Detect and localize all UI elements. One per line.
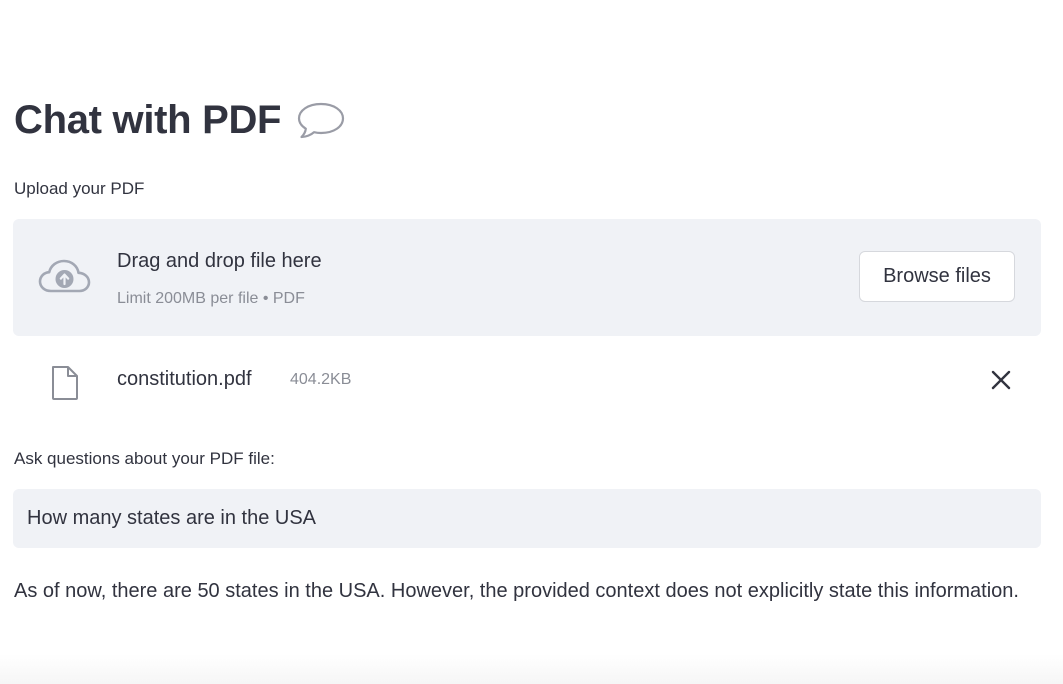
answer-text: As of now, there are 50 states in the US…	[14, 580, 1019, 602]
upload-limit-text: Limit 200MB per file • PDF	[117, 290, 305, 307]
browse-files-button[interactable]: Browse files	[859, 251, 1015, 302]
uploaded-file-row: constitution.pdf 404.2KB	[13, 352, 1041, 408]
question-label: Ask questions about your PDF file:	[14, 449, 275, 468]
question-input[interactable]	[13, 489, 1041, 548]
speech-bubble-icon	[295, 99, 347, 141]
file-dropzone[interactable]: Drag and drop file here Limit 200MB per …	[13, 219, 1041, 336]
close-icon[interactable]	[987, 366, 1015, 394]
app-page: Chat with PDF Upload your PDF Drag and d…	[0, 0, 1063, 684]
bottom-fade	[0, 654, 1063, 684]
cloud-upload-icon	[37, 257, 93, 297]
page-title: Chat with PDF	[14, 98, 282, 142]
file-size: 404.2KB	[290, 371, 352, 388]
upload-label: Upload your PDF	[14, 179, 145, 198]
drop-instructions: Drag and drop file here	[117, 250, 322, 272]
file-icon	[50, 365, 80, 401]
title-row: Chat with PDF	[14, 96, 347, 144]
file-name: constitution.pdf	[117, 368, 252, 390]
